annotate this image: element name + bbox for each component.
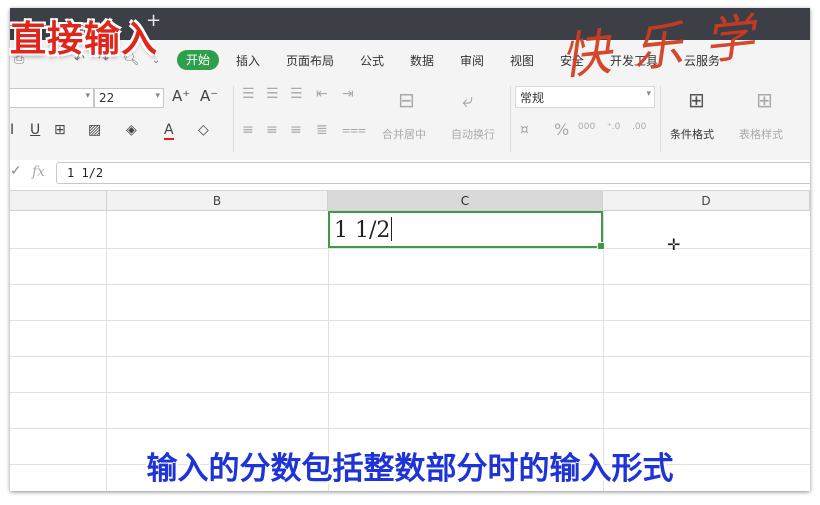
cell-text: 1 1/2 [334,218,391,243]
tab-view[interactable]: 视图 [510,52,534,69]
merge-center-icon[interactable]: ⊟ [398,88,415,112]
conditional-format-icon[interactable]: ⊞ [688,88,705,112]
separator [233,86,234,152]
decrease-decimal-icon[interactable]: .00 [632,122,646,132]
grid-line [10,428,810,429]
formula-input[interactable]: 1 1/2 [56,162,810,184]
align-top-icon[interactable]: ☰ [242,86,255,102]
font-name-select[interactable]: ▾ [10,88,94,108]
tab-insert[interactable]: 插入 [236,52,260,69]
grid-line [10,284,810,285]
chevron-down-icon: ▾ [646,89,651,99]
grid-line [10,392,810,393]
border-icon[interactable]: ⊞ [54,122,66,138]
merge-center-button[interactable]: 合并居中 [382,126,426,142]
confirm-icon[interactable]: ✓ [10,163,22,179]
fx-label[interactable]: fx [32,164,45,180]
fill-handle[interactable] [597,242,605,250]
fill-pattern-icon[interactable]: ▨ [88,122,101,138]
grid-line [10,356,810,357]
underline-icon[interactable]: U [30,122,40,138]
fill-color-icon[interactable]: ◈ [126,122,137,138]
subtitle-caption: 输入的分数包括整数部分时的输入形式 [146,451,674,487]
eraser-icon[interactable]: ◇ [198,122,209,138]
tab-review[interactable]: 审阅 [460,52,484,69]
font-size-value: 22 [99,91,115,105]
currency-icon[interactable]: ¤ [520,122,529,138]
separator [660,86,661,152]
justify-icon[interactable]: ≣ [316,122,328,138]
indent-increase-icon[interactable]: ⇥ [342,86,354,102]
mouse-pointer-icon: ✛ [667,235,681,254]
separator [510,86,511,152]
app-window: + ⎙ ↶ ↷ 🔍︎ ⌄ 开始 插入 页面布局 公式 数据 审阅 视图 安全 开… [10,8,810,491]
align-right-icon[interactable]: ≡ [290,122,302,138]
number-format-value: 常规 [520,91,545,105]
active-cell[interactable]: 1 1/2 [328,211,605,250]
conditional-format-button[interactable]: 条件格式 [670,126,714,142]
tab-formulas[interactable]: 公式 [360,52,384,69]
tab-data[interactable]: 数据 [410,52,434,69]
font-size-select[interactable]: 22 ▾ [94,88,164,108]
align-left-icon[interactable]: ≡ [242,122,254,138]
increase-font-icon[interactable]: A⁺ [172,87,190,105]
increase-decimal-icon[interactable]: ⁺.0 [607,122,620,132]
number-format-select[interactable]: 常规 ▾ [515,86,655,108]
tab-start[interactable]: 开始 [177,50,219,70]
align-middle-icon[interactable]: ☰ [266,86,279,102]
font-color-icon[interactable]: A [164,122,174,140]
title-overlay: 直接输入 [10,19,159,60]
ribbon-toolbar: ▾ 22 ▾ A⁺ A⁻ I U ⊞ ▨ ◈ A ◇ ☰ ☰ ☰ ⇤ ⇥ ≡ ≡ … [10,80,810,161]
grid-line [10,320,810,321]
chevron-down-icon: ▾ [155,91,160,101]
align-bottom-icon[interactable]: ☰ [290,86,303,102]
column-header-c[interactable]: C [328,191,603,211]
column-header-b[interactable]: B [107,191,328,211]
italic-icon[interactable]: I [10,122,14,138]
text-cursor [391,217,393,241]
formula-bar: ✓ fx 1 1/2 [10,160,810,191]
table-style-button[interactable]: 表格样式 [739,126,783,142]
distributed-icon[interactable]: ⩶ [342,122,366,138]
thousands-icon[interactable]: 000 [578,122,595,132]
active-cell-value: 1 1/2 [334,217,393,243]
column-header-a[interactable] [10,191,107,211]
grid-line [10,248,810,249]
wrap-text-button[interactable]: 自动换行 [451,126,495,142]
table-style-icon[interactable]: ⊞ [756,88,773,112]
wrap-text-icon[interactable]: ⤶ [462,88,473,112]
indent-decrease-icon[interactable]: ⇤ [316,86,328,102]
decrease-font-icon[interactable]: A⁻ [200,87,218,105]
tab-page-layout[interactable]: 页面布局 [286,52,334,69]
column-header-d[interactable]: D [603,191,810,211]
chevron-down-icon: ▾ [85,91,90,101]
percent-icon[interactable]: % [554,120,569,139]
align-center-icon[interactable]: ≡ [266,122,278,138]
